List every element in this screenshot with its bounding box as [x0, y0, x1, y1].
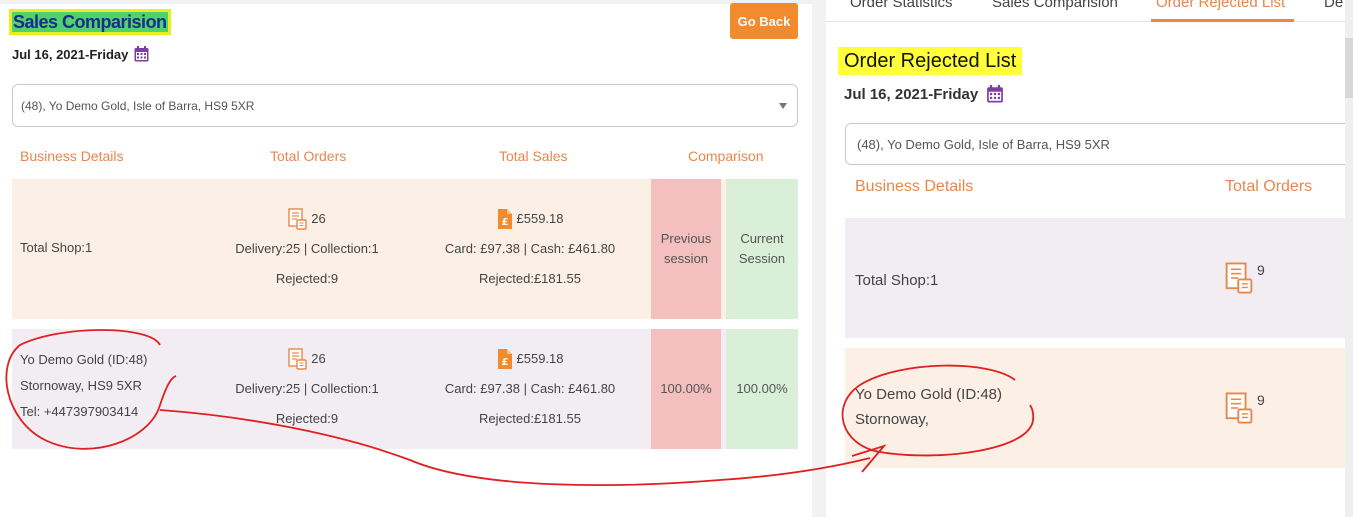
business-details: Yo Demo Gold (ID:48) Stornoway, HS9 5XR …: [20, 347, 147, 425]
go-back-button[interactable]: Go Back: [730, 3, 798, 39]
header-total-orders: Total Orders: [1225, 178, 1313, 195]
business-phone: Tel: +447397903414: [20, 404, 139, 419]
store-select[interactable]: (48), Yo Demo Gold, Isle of Barra, HS9 5…: [845, 123, 1353, 165]
order-list-icon: [288, 208, 307, 230]
order-rejected-panel: Order Statistics Sales Comparision Order…: [826, 0, 1353, 517]
order-list-icon: [288, 348, 307, 370]
total-orders-cell: 26 Delivery:25 | Collection:1 Rejected:9: [222, 204, 392, 294]
orders-count: 9: [1257, 262, 1265, 278]
pound-sales-icon: £: [497, 209, 512, 229]
tab-bar: Order Statistics Sales Comparision Order…: [826, 0, 1353, 22]
store-select-value: (48), Yo Demo Gold, Isle of Barra, HS9 5…: [857, 136, 1110, 152]
sales-rejected: Rejected:£181.55: [479, 411, 581, 426]
order-list-icon: [1225, 392, 1253, 424]
sales-comparison-panel: Sales Comparision Go Back Jul 16, 2021-F…: [0, 0, 812, 517]
header-business-details: Business Details: [855, 178, 974, 195]
tab-order-rejected-list[interactable]: Order Rejected List: [1156, 0, 1285, 11]
table-row: Total Shop:1 9: [845, 218, 1353, 338]
sales-total: £559.18: [516, 211, 564, 226]
top-rule: [0, 0, 812, 4]
total-orders-cell: 9: [1225, 392, 1265, 424]
business-details: Yo Demo Gold (ID:48) Stornoway,: [855, 382, 1002, 432]
previous-session-cell: Previous session: [651, 179, 721, 319]
svg-text:£: £: [501, 357, 508, 368]
store-select-value: (48), Yo Demo Gold, Isle of Barra, HS9 5…: [21, 98, 255, 113]
chevron-down-icon: [779, 103, 787, 109]
sales-rejected: Rejected:£181.55: [479, 271, 581, 286]
tab-sales-comparison[interactable]: Sales Comparision: [992, 0, 1118, 11]
total-orders-cell: 26 Delivery:25 | Collection:1 Rejected:9: [222, 344, 392, 434]
date-text: Jul 16, 2021-Friday: [12, 46, 129, 62]
header-total-orders: Total Orders: [270, 148, 347, 164]
total-sales-cell: £ £559.18 Card: £97.38 | Cash: £461.80 R…: [430, 204, 630, 294]
header-business-details: Business Details: [20, 148, 124, 164]
panel-divider: [812, 0, 826, 517]
date-row: Jul 16, 2021-Friday: [12, 44, 149, 64]
business-address: Stornoway, HS9 5XR: [20, 378, 142, 393]
orders-rejected: Rejected:9: [275, 411, 339, 426]
total-sales-cell: £ £559.18 Card: £97.38 | Cash: £461.80 R…: [430, 344, 630, 434]
business-address: Stornoway,: [855, 411, 929, 428]
orders-count: 26: [311, 211, 326, 226]
page-title: Sales Comparision: [9, 9, 171, 35]
pound-sales-icon: £: [497, 349, 512, 369]
orders-count: 9: [1257, 392, 1265, 408]
sales-split: Card: £97.38 | Cash: £461.80: [444, 241, 616, 256]
sales-total: £559.18: [516, 351, 564, 366]
header-total-sales: Total Sales: [499, 148, 568, 164]
store-select[interactable]: (48), Yo Demo Gold, Isle of Barra, HS9 5…: [12, 84, 798, 127]
date-text: Jul 16, 2021-Friday: [844, 85, 979, 103]
calendar-icon[interactable]: [986, 85, 1004, 103]
current-session-cell: 100.00%: [726, 329, 798, 449]
table-row: Yo Demo Gold (ID:48) Stornoway, HS9 5XR …: [12, 329, 798, 449]
active-tab-underline: [1151, 19, 1294, 22]
orders-split: Delivery:25 | Collection:1: [235, 241, 379, 256]
business-details: Total Shop:1: [20, 240, 93, 255]
table-row: Yo Demo Gold (ID:48) Stornoway, 9: [845, 348, 1353, 468]
orders-split: Delivery:25 | Collection:1: [235, 381, 379, 396]
header-comparison: Comparison: [688, 148, 764, 164]
order-list-icon: [1225, 262, 1253, 294]
date-row: Jul 16, 2021-Friday: [844, 84, 1004, 104]
orders-count: 26: [311, 351, 326, 366]
sales-split: Card: £97.38 | Cash: £461.80: [444, 381, 616, 396]
table-row: Total Shop:1 26 Delivery:25 | Collection…: [12, 179, 798, 319]
business-details: Total Shop:1: [855, 272, 939, 289]
svg-text:£: £: [501, 217, 508, 228]
business-name: Yo Demo Gold (ID:48): [20, 352, 148, 367]
orders-rejected: Rejected:9: [275, 271, 339, 286]
total-orders-cell: 9: [1225, 262, 1265, 294]
tab-order-statistics[interactable]: Order Statistics: [850, 0, 953, 11]
scrollbar-thumb[interactable]: [1345, 38, 1353, 98]
business-name: Yo Demo Gold (ID:48): [855, 386, 1003, 403]
previous-session-cell: 100.00%: [651, 329, 721, 449]
current-session-cell: Current Session: [726, 179, 798, 319]
tab-more[interactable]: De: [1324, 0, 1343, 11]
section-title: Order Rejected List: [838, 47, 1023, 75]
calendar-icon[interactable]: [134, 46, 149, 62]
